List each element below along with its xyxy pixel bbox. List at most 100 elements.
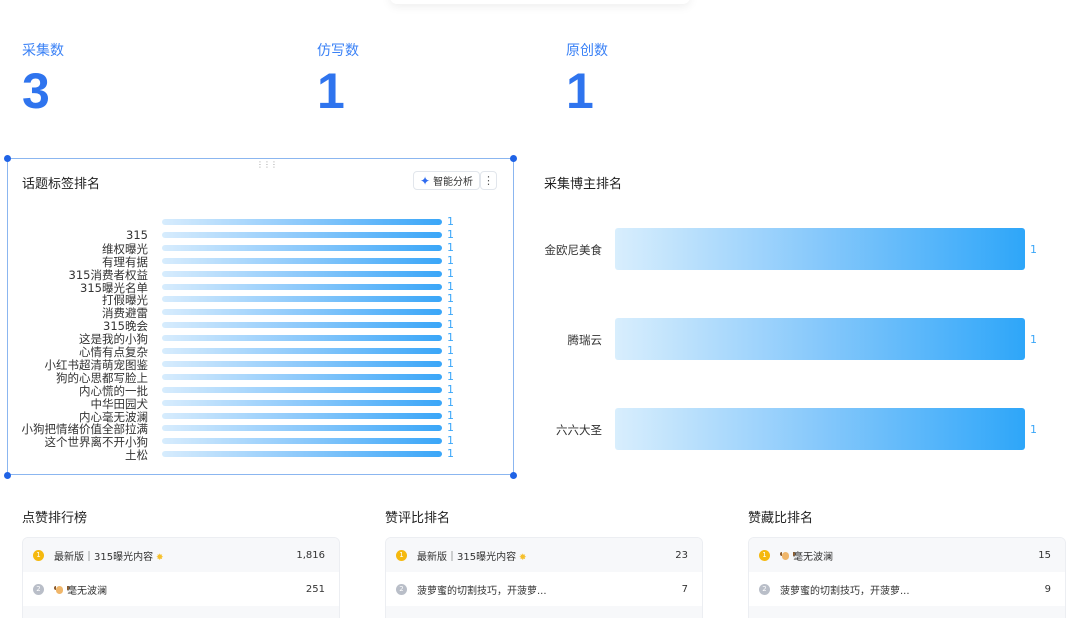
bar-value: 1 [447, 369, 454, 383]
bar-value: 1 [447, 266, 454, 280]
topic-panel-title: 话题标签排名 [22, 177, 101, 192]
blogger-label: 腾瑞云 [567, 333, 603, 347]
likes-ranking-list: 1 最新版｜315曝光内容 ✸ 1,816 2 毫无波澜251 3菠萝蜜的切割技巧，开菠萝… [22, 537, 340, 618]
resize-handle[interactable] [510, 155, 517, 162]
bar[interactable] [162, 348, 442, 354]
bar-value: 1 [447, 447, 454, 461]
rank-row[interactable]: 1 最新版｜315曝光内容 ✸ 23 [386, 538, 702, 572]
bar[interactable] [162, 335, 442, 342]
rank-row[interactable]: 2 菠萝蜜的切割技巧，开菠萝... 9 [749, 572, 1065, 606]
blogger-label: 六六大圣 [556, 423, 602, 437]
like-comment-ratio-list: 1 最新版｜315曝光内容 ✸ 23 2 菠萝蜜的切割技巧，开菠萝... 7 3毫无波澜3 [385, 537, 703, 618]
bar[interactable] [162, 322, 442, 329]
blogger-value: 1 [1030, 333, 1037, 346]
blogger-panel-title: 采集博主排名 [544, 177, 623, 192]
bar[interactable] [162, 386, 442, 393]
bar[interactable] [162, 425, 442, 432]
rank-row[interactable]: 1 毫无波澜 15 [749, 538, 1065, 572]
bar-value: 1 [447, 227, 454, 241]
sparkle-emoji-icon: ✸ [153, 552, 164, 563]
rank-row[interactable]: 3毫无波澜3 [386, 606, 702, 618]
bar[interactable] [162, 438, 442, 445]
bar[interactable] [162, 296, 442, 303]
blogger-bar[interactable] [615, 318, 1025, 360]
bar-value: 1 [447, 331, 454, 345]
blogger-value: 1 [1030, 423, 1037, 436]
stat-label: 原创数 [566, 43, 608, 59]
bar-value: 1 [447, 292, 454, 306]
rank-row[interactable]: 2 毫无波澜 251 [23, 572, 339, 606]
bar[interactable] [162, 231, 442, 238]
rank-number-badge: 1 [759, 549, 770, 561]
bar[interactable] [162, 219, 442, 225]
like-collect-ratio-list: 1 毫无波澜15 2 菠萝蜜的切割技巧，开菠萝... 9 3最新版｜315曝光内容 ✸8 [748, 537, 1066, 618]
likes-ranking-title: 点赞排行榜 [22, 511, 88, 526]
rank-value: 15 [1038, 549, 1051, 561]
rank-number-badge: 2 [396, 583, 407, 595]
resize-handle[interactable] [4, 155, 11, 162]
bar[interactable] [162, 309, 442, 316]
rank-title: 毫无波澜 [780, 548, 1038, 563]
bar-value: 1 [447, 240, 454, 254]
blogger-label: 金欧尼美食 [544, 243, 603, 257]
top-floating-bar [390, 0, 690, 4]
drag-grip-icon[interactable]: ⋮⋮⋮ [256, 160, 278, 169]
dog-emoji-icon [54, 585, 69, 595]
bar-value: 1 [447, 382, 454, 396]
bar-value: 1 [447, 434, 454, 448]
bar[interactable] [162, 373, 442, 380]
rank-title: 菠萝蜜的切割技巧，开菠萝... [780, 585, 910, 597]
ai-analysis-button[interactable]: ✦ 智能分析 [413, 171, 481, 190]
stat-label: 采集数 [22, 43, 64, 59]
bar[interactable] [162, 451, 442, 458]
bar-value: 1 [447, 408, 454, 422]
like-comment-ratio-title: 赞评比排名 [385, 511, 451, 526]
stat-original: 原创数 1 [566, 40, 608, 116]
rank-number-badge: 2 [33, 583, 44, 595]
stat-collected: 采集数 3 [22, 40, 64, 116]
stat-value: 1 [566, 63, 594, 119]
bar[interactable] [162, 283, 442, 290]
ai-analysis-label: 智能分析 [433, 177, 474, 188]
bar[interactable] [162, 244, 442, 251]
bar-value: 1 [447, 421, 454, 435]
rank-value: 7 [681, 583, 688, 595]
bar-value: 1 [447, 318, 454, 332]
bar[interactable] [162, 270, 442, 277]
stat-value: 1 [317, 63, 345, 119]
rank-number-badge: 1 [33, 549, 44, 561]
bar-label: 土松 [125, 448, 148, 463]
bar[interactable] [162, 360, 442, 367]
rank-row[interactable]: 3菠萝蜜的切割技巧，开菠萝...220 [23, 606, 339, 618]
resize-handle[interactable] [510, 472, 517, 479]
rank-title: 最新版｜315曝光内容 ✸ [417, 551, 527, 563]
sparkle-icon: ✦ [420, 173, 431, 188]
resize-handle[interactable] [4, 472, 11, 479]
rank-row[interactable]: 2 菠萝蜜的切割技巧，开菠萝... 7 [386, 572, 702, 606]
rank-title: 菠萝蜜的切割技巧，开菠萝... [417, 585, 547, 597]
bar[interactable] [162, 399, 442, 406]
stat-label: 仿写数 [317, 43, 359, 59]
bar-value: 1 [447, 305, 454, 319]
bar[interactable] [162, 257, 442, 264]
bar-value: 1 [447, 253, 454, 267]
rank-number-badge: 1 [396, 549, 407, 561]
rank-row[interactable]: 1 最新版｜315曝光内容 ✸ 1,816 [23, 538, 339, 572]
rank-title: 毫无波澜 [54, 582, 306, 597]
more-vertical-icon[interactable]: ⋮ [480, 171, 497, 190]
blogger-bar[interactable] [615, 228, 1025, 270]
rank-value: 251 [305, 583, 325, 595]
rank-number-badge: 2 [759, 583, 770, 595]
bar-value: 1 [447, 215, 454, 228]
bar-value: 1 [447, 395, 454, 409]
rank-value: 9 [1044, 583, 1051, 595]
like-collect-ratio-title: 赞藏比排名 [748, 511, 814, 526]
bar-value: 1 [447, 356, 454, 370]
rank-value: 1,816 [296, 549, 325, 561]
bar-value: 1 [447, 279, 454, 293]
bar-value: 1 [447, 344, 454, 357]
blogger-bar[interactable] [615, 408, 1025, 450]
bar[interactable] [162, 412, 442, 419]
rank-row[interactable]: 3最新版｜315曝光内容 ✸8 [749, 606, 1065, 618]
bar-label: 315 [126, 227, 148, 242]
